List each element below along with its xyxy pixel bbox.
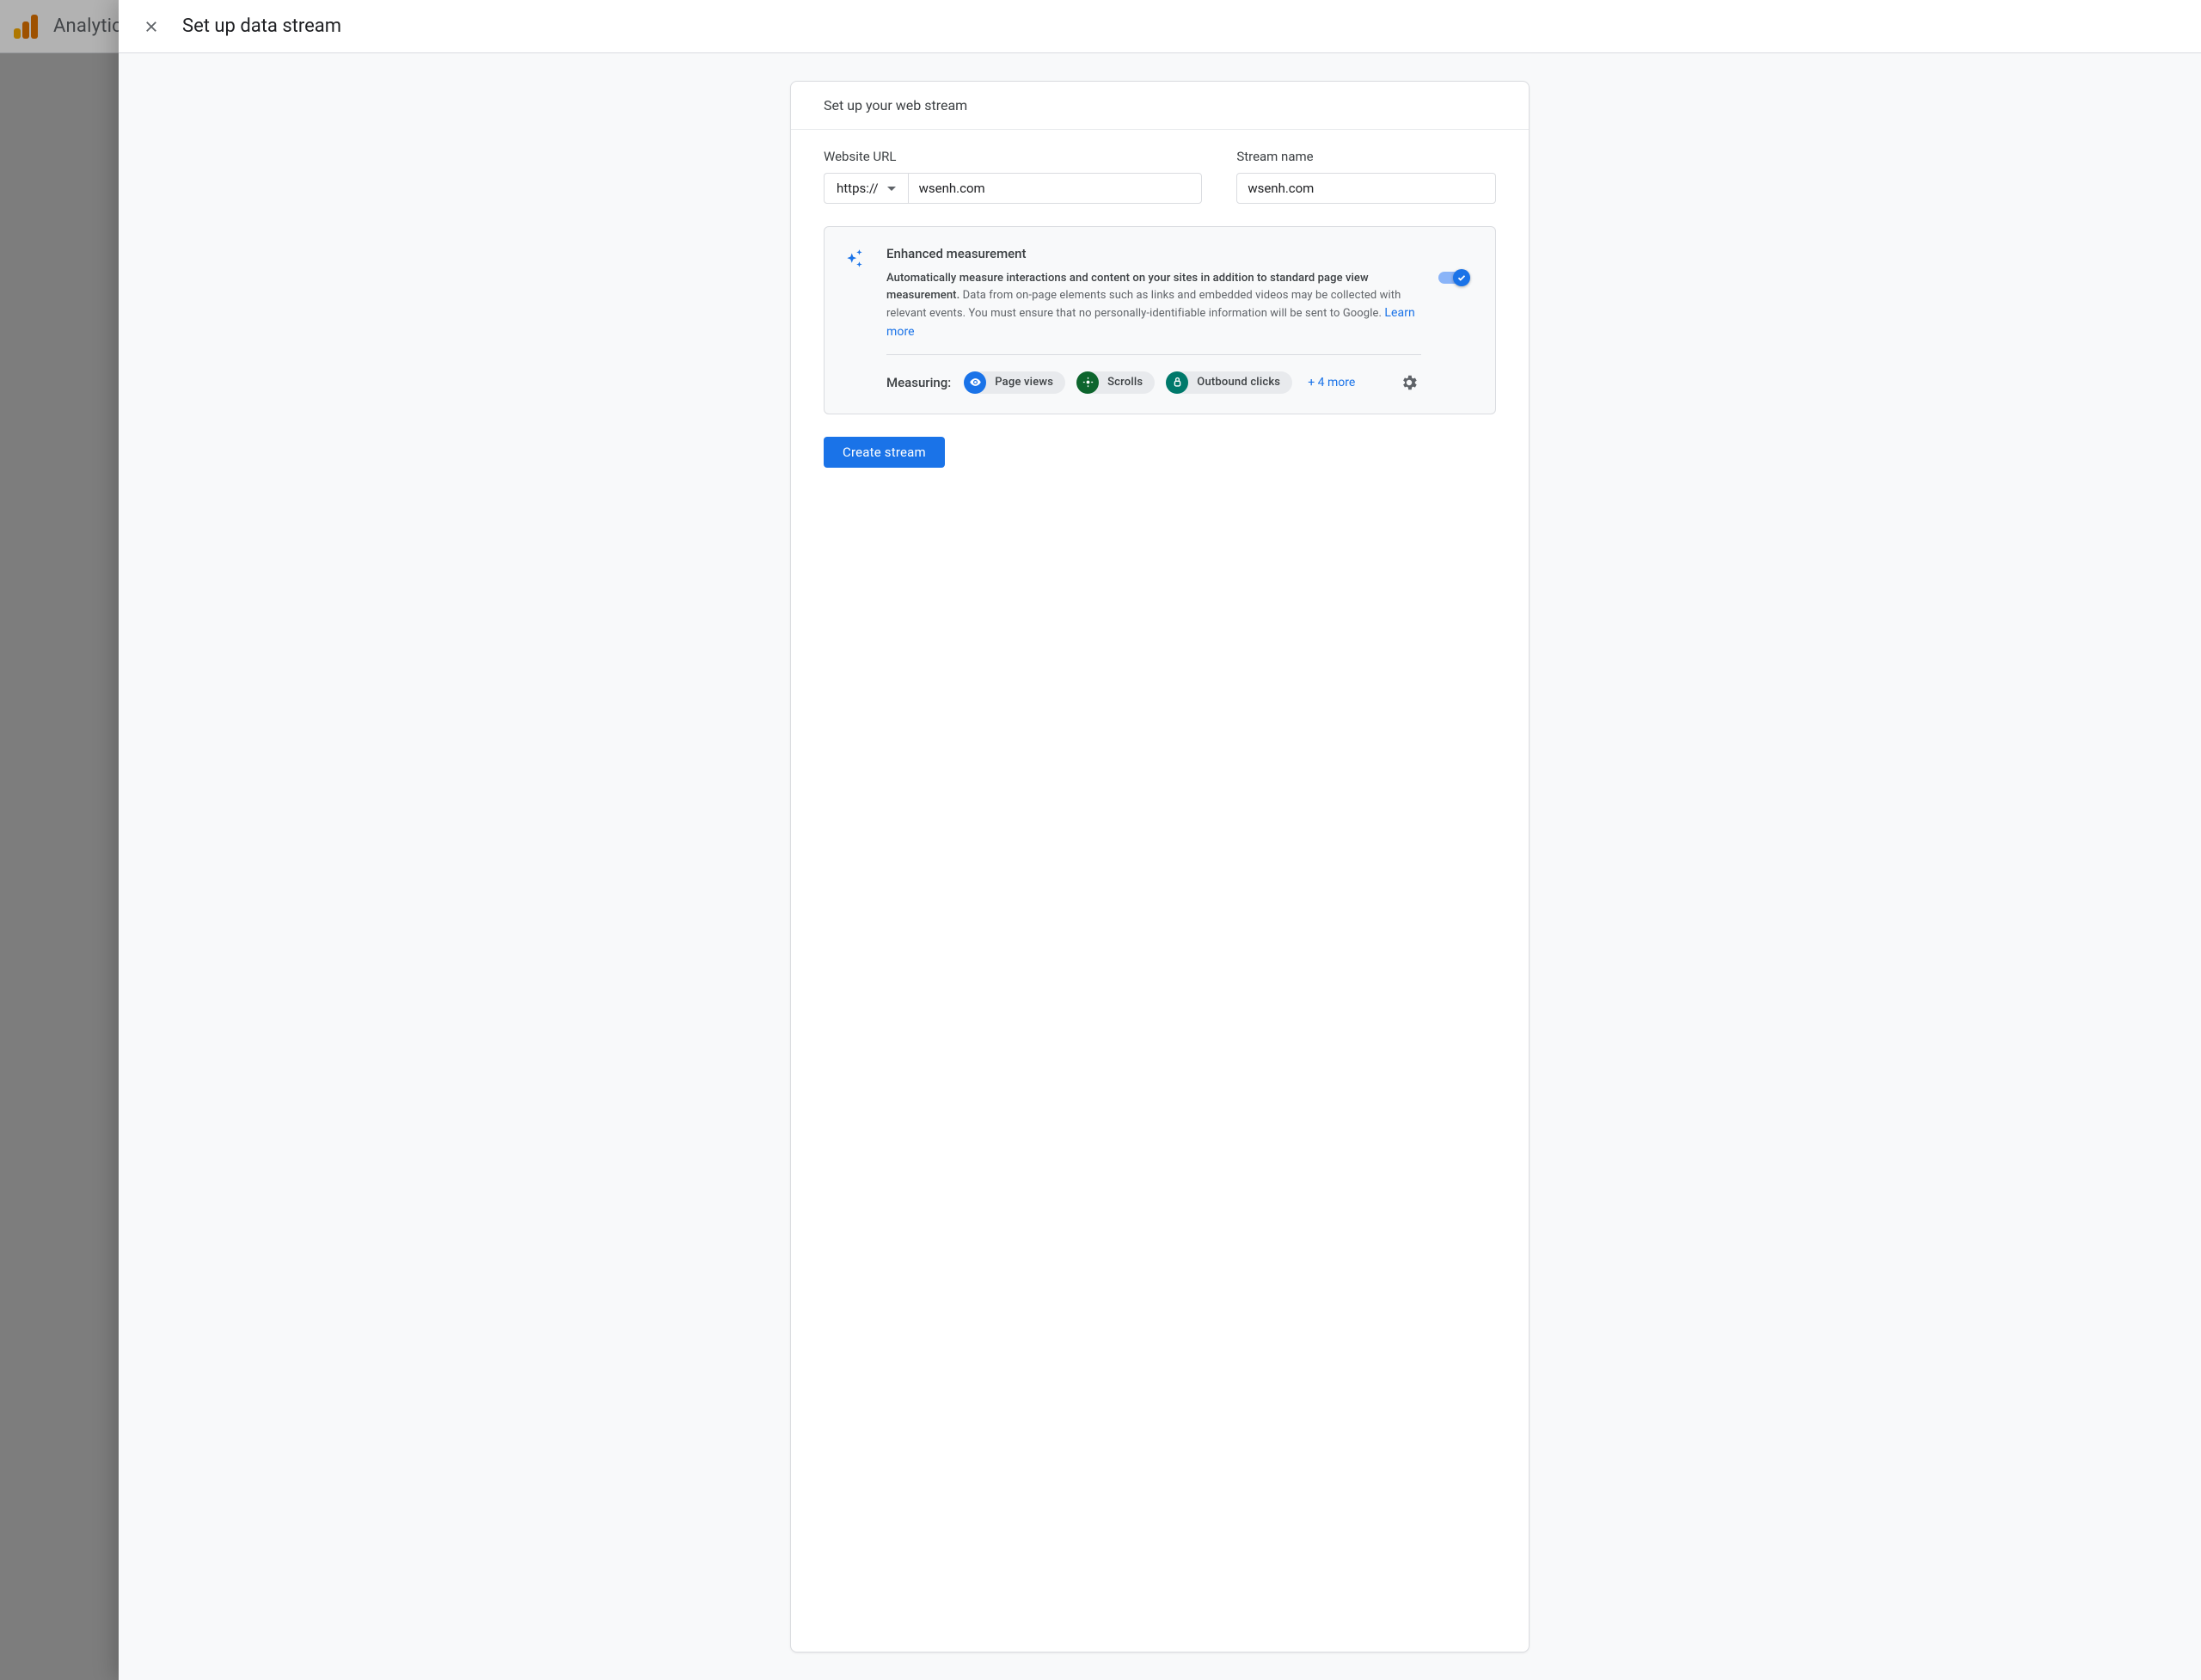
panel-title: Set up data stream (182, 15, 341, 37)
enhanced-toggle[interactable] (1438, 272, 1468, 284)
chip-scrolls: Scrolls (1077, 371, 1155, 394)
website-url-input[interactable] (908, 173, 1203, 204)
measuring-row: Measuring: Page views (886, 371, 1421, 395)
panel-header: Set up data stream (119, 0, 2201, 53)
measuring-label: Measuring: (886, 375, 951, 390)
website-url-field: Website URL https:// (824, 149, 1202, 204)
close-button[interactable] (141, 16, 162, 37)
card-content: Website URL https:// Stream name (791, 130, 1529, 492)
enhanced-main: Enhanced measurement Automatically measu… (886, 246, 1421, 395)
eye-icon (964, 371, 986, 394)
url-input-group: https:// (824, 173, 1202, 204)
chevron-down-icon (887, 187, 896, 191)
enhanced-measurement-box: Enhanced measurement Automatically measu… (824, 226, 1496, 414)
more-link[interactable]: + 4 more (1308, 376, 1355, 389)
form-row: Website URL https:// Stream name (824, 149, 1496, 204)
stream-name-label: Stream name (1236, 149, 1496, 164)
chip-label: Outbound clicks (1197, 376, 1280, 389)
create-stream-button[interactable]: Create stream (824, 437, 945, 468)
chip-page-views: Page views (965, 371, 1065, 394)
protocol-select[interactable]: https:// (824, 173, 908, 204)
gear-icon (1400, 373, 1419, 392)
website-url-label: Website URL (824, 149, 1202, 164)
sparkle-icon (843, 248, 866, 270)
toggle-column (1438, 246, 1473, 395)
protocol-value: https:// (837, 181, 879, 196)
stream-card: Set up your web stream Website URL https… (790, 81, 1530, 1652)
chip-outbound: Outbound clicks (1167, 371, 1292, 394)
divider (886, 354, 1421, 355)
card-header: Set up your web stream (791, 82, 1529, 130)
check-icon (1456, 273, 1467, 283)
chip-label: Scrolls (1107, 376, 1143, 389)
chip-label: Page views (995, 376, 1053, 389)
outbound-icon (1166, 371, 1188, 394)
settings-button[interactable] (1397, 371, 1421, 395)
enhanced-desc-line2: Data from on-page elements such as links… (886, 289, 1401, 320)
toggle-knob (1453, 269, 1470, 286)
close-icon (144, 19, 159, 34)
enhanced-description: Automatically measure interactions and c… (886, 270, 1421, 342)
setup-panel: Set up data stream Set up your web strea… (119, 0, 2201, 1680)
stream-name-field: Stream name (1236, 149, 1496, 204)
stream-name-input[interactable] (1236, 173, 1496, 204)
panel-body: Set up your web stream Website URL https… (119, 53, 2201, 1680)
sparkle-column (843, 246, 869, 395)
enhanced-title: Enhanced measurement (886, 246, 1421, 261)
scroll-icon (1076, 371, 1099, 394)
